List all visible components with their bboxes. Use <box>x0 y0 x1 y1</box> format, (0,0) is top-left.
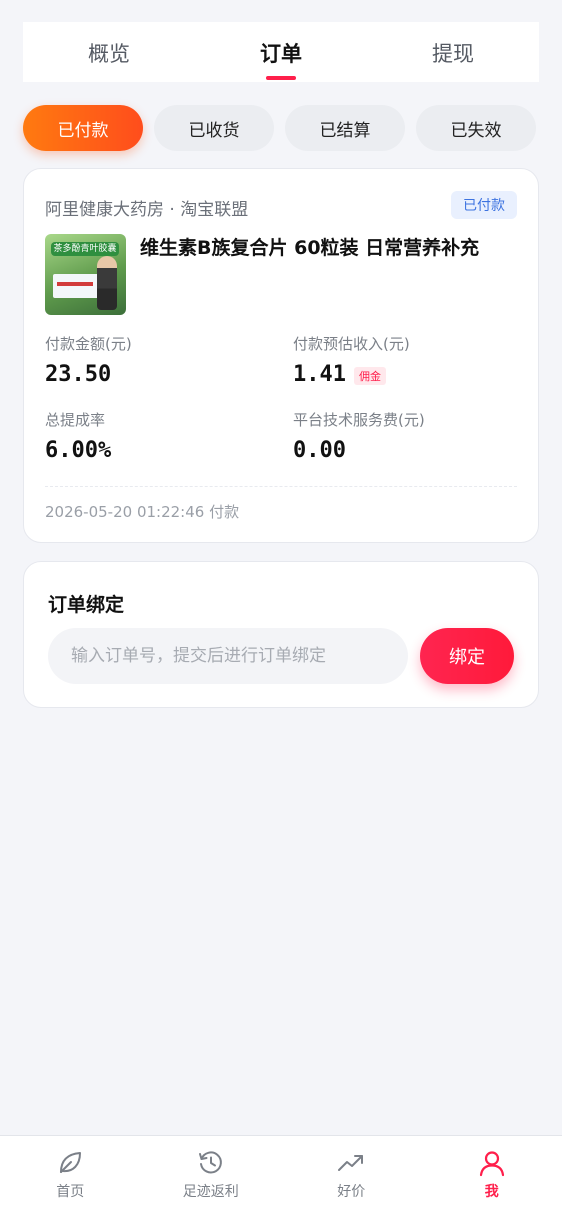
top-tab-bar: 概览 订单 提现 <box>23 22 539 82</box>
nav-label: 足迹返利 <box>182 1184 239 1200</box>
fee-value: 0.00 <box>293 438 346 463</box>
trend-icon <box>338 1155 364 1171</box>
amount-label: 付款金额(元) <box>45 335 132 353</box>
nav-label: 好价 <box>337 1184 366 1200</box>
product-title: 维生素B族复合片 60粒装 日常营养补充 <box>140 237 480 259</box>
paid-time: 2026-05-20 01:22:46 付款 <box>45 503 240 521</box>
fee-label: 平台技术服务费(元) <box>293 411 425 429</box>
status-badge: 已付款 <box>451 191 517 219</box>
nav-footprint-rebate[interactable]: 足迹返利 <box>141 1136 282 1216</box>
income-value: 1.41 <box>293 362 346 387</box>
commission-tag: 佣金 <box>354 367 386 385</box>
filter-paid[interactable]: 已付款 <box>23 105 143 151</box>
user-icon <box>479 1151 504 1177</box>
tab-orders[interactable]: 订单 <box>195 22 367 82</box>
bottom-nav: 首页 足迹返利 好价 我 <box>0 1135 562 1216</box>
rate-value: 6.00% <box>45 438 112 463</box>
tab-overview[interactable]: 概览 <box>23 22 195 82</box>
filter-settled[interactable]: 已结算 <box>285 105 405 151</box>
amount-value: 23.50 <box>45 362 112 387</box>
income-label: 付款预估收入(元) <box>293 335 410 353</box>
product-image-banner: 茶多酚青叶胶囊 <box>51 242 119 256</box>
order-card[interactable]: 阿里健康大药房 · 淘宝联盟 已付款 茶多酚青叶胶囊 维生素B族复合片 60粒装… <box>23 168 539 543</box>
divider <box>45 486 517 487</box>
order-number-input[interactable] <box>48 628 408 684</box>
filter-received[interactable]: 已收货 <box>154 105 274 151</box>
product-image: 茶多酚青叶胶囊 <box>45 234 126 315</box>
tab-label: 提现 <box>432 42 474 66</box>
leaf-icon <box>60 1152 82 1173</box>
nav-me[interactable]: 我 <box>422 1136 562 1216</box>
active-tab-indicator <box>266 76 296 80</box>
rate-label: 总提成率 <box>45 411 106 429</box>
nav-good-deals[interactable]: 好价 <box>281 1136 422 1216</box>
status-filter-bar: 已付款 已收货 已结算 已失效 <box>23 105 539 151</box>
product-box-graphic <box>53 274 99 298</box>
history-icon <box>198 1151 222 1174</box>
product-model-graphic <box>97 256 117 310</box>
shop-name: 阿里健康大药房 · 淘宝联盟 <box>45 200 249 220</box>
bind-title: 订单绑定 <box>48 594 125 616</box>
nav-label: 首页 <box>56 1184 85 1200</box>
tab-label: 概览 <box>88 42 130 66</box>
tab-withdraw[interactable]: 提现 <box>367 22 539 82</box>
nav-label: 我 <box>484 1184 499 1200</box>
order-bind-card: 订单绑定 绑定 <box>23 561 539 708</box>
orders-page: 概览 订单 提现 已付款 已收货 已结算 已失效 阿里健康大药房 · 淘宝联盟 … <box>0 0 562 1216</box>
nav-home[interactable]: 首页 <box>0 1136 141 1216</box>
bind-button[interactable]: 绑定 <box>420 628 514 684</box>
filter-invalid[interactable]: 已失效 <box>416 105 536 151</box>
